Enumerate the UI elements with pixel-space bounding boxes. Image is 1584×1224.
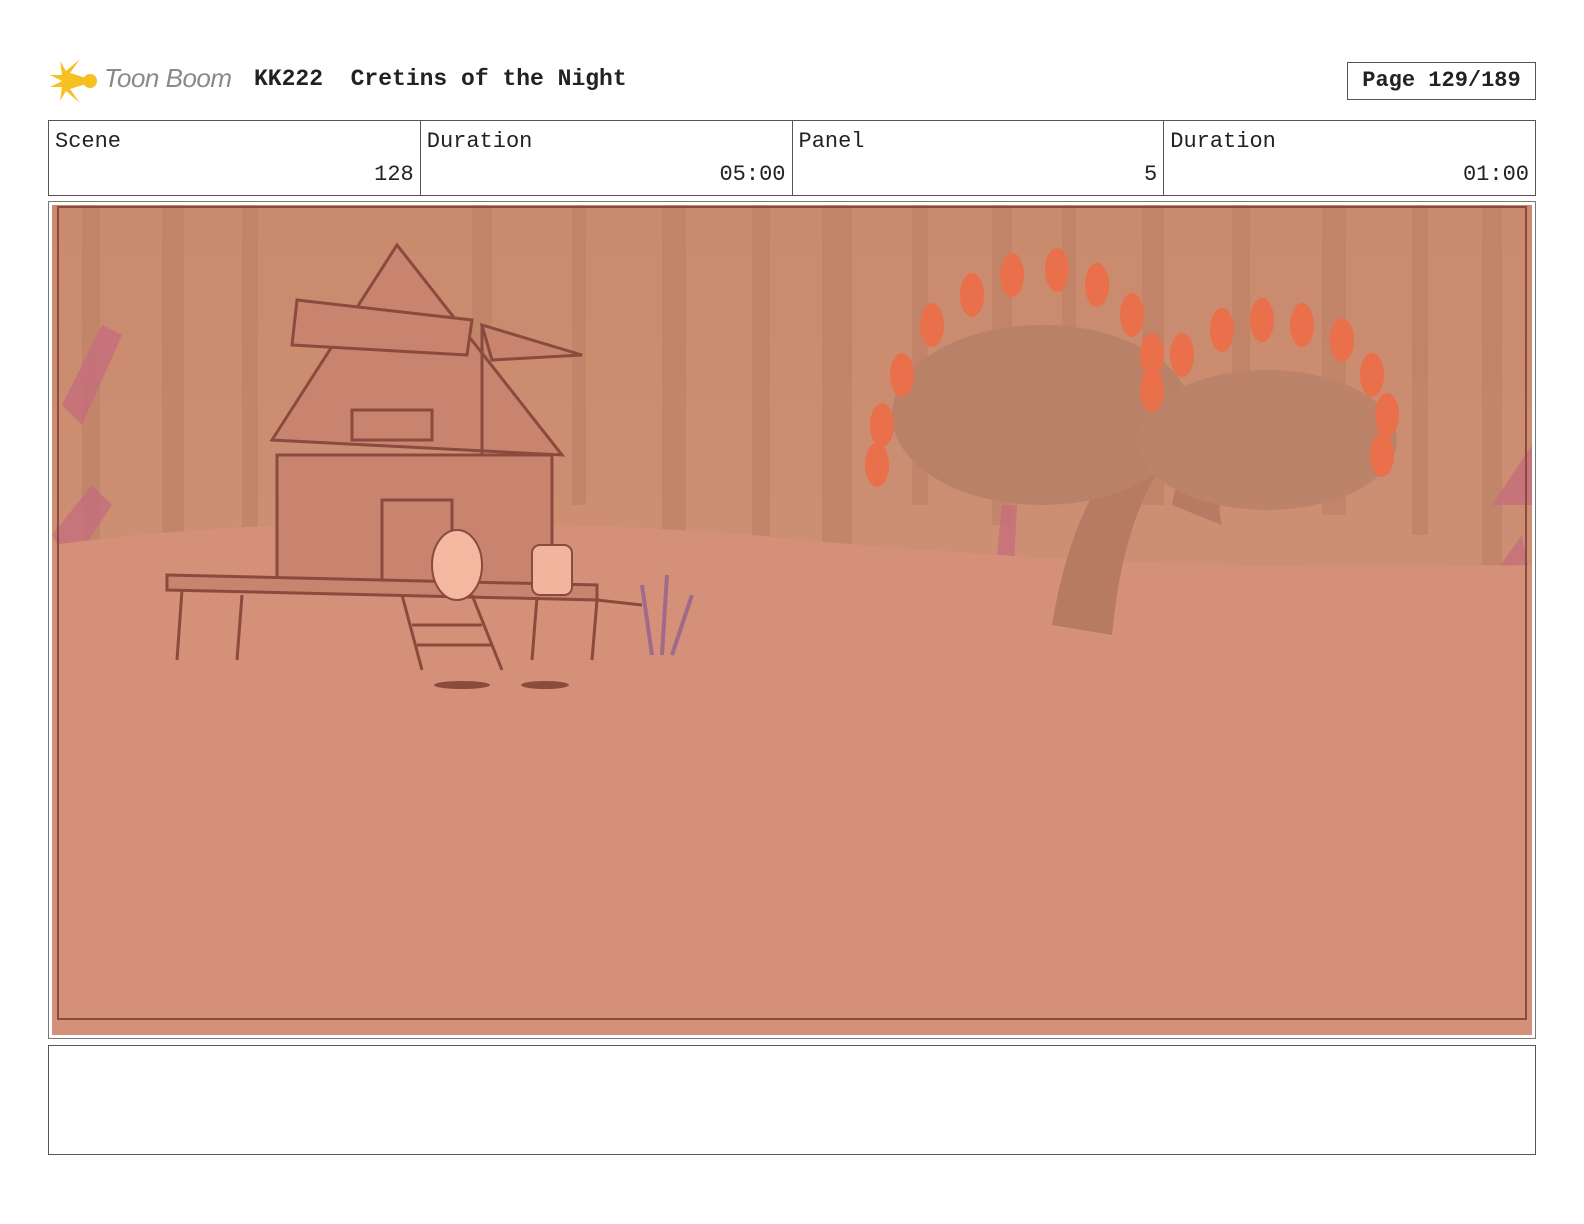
panel-duration-label: Duration xyxy=(1170,129,1276,154)
storyboard-panel-image xyxy=(52,205,1532,1035)
scene-cell: Scene 128 xyxy=(49,121,421,195)
panel-duration-value: 01:00 xyxy=(1462,162,1529,187)
panel-duration-cell: Duration 01:00 xyxy=(1164,121,1535,195)
duration-cell: Duration 05:00 xyxy=(421,121,793,195)
scene-value: 128 xyxy=(374,162,414,187)
duration-value: 05:00 xyxy=(719,162,786,187)
notes-box xyxy=(48,1045,1536,1155)
panel-label: Panel xyxy=(798,129,865,154)
duration-label: Duration xyxy=(426,129,533,154)
panel-cell: Panel 5 xyxy=(793,121,1165,195)
document-title: KK222 Cretins of the Night xyxy=(254,66,627,92)
logo-text: Toon Boom xyxy=(104,63,232,93)
panel-value: 5 xyxy=(1144,162,1158,187)
page-number: Page 129/189 xyxy=(1347,62,1536,100)
scene-label: Scene xyxy=(55,129,122,154)
info-table: Scene 128 Duration 05:00 Panel 5 Duratio… xyxy=(48,120,1536,196)
toon-boom-logo: Toon Boom xyxy=(50,55,240,107)
ground xyxy=(52,522,1532,1035)
star-burst-icon xyxy=(50,59,97,103)
